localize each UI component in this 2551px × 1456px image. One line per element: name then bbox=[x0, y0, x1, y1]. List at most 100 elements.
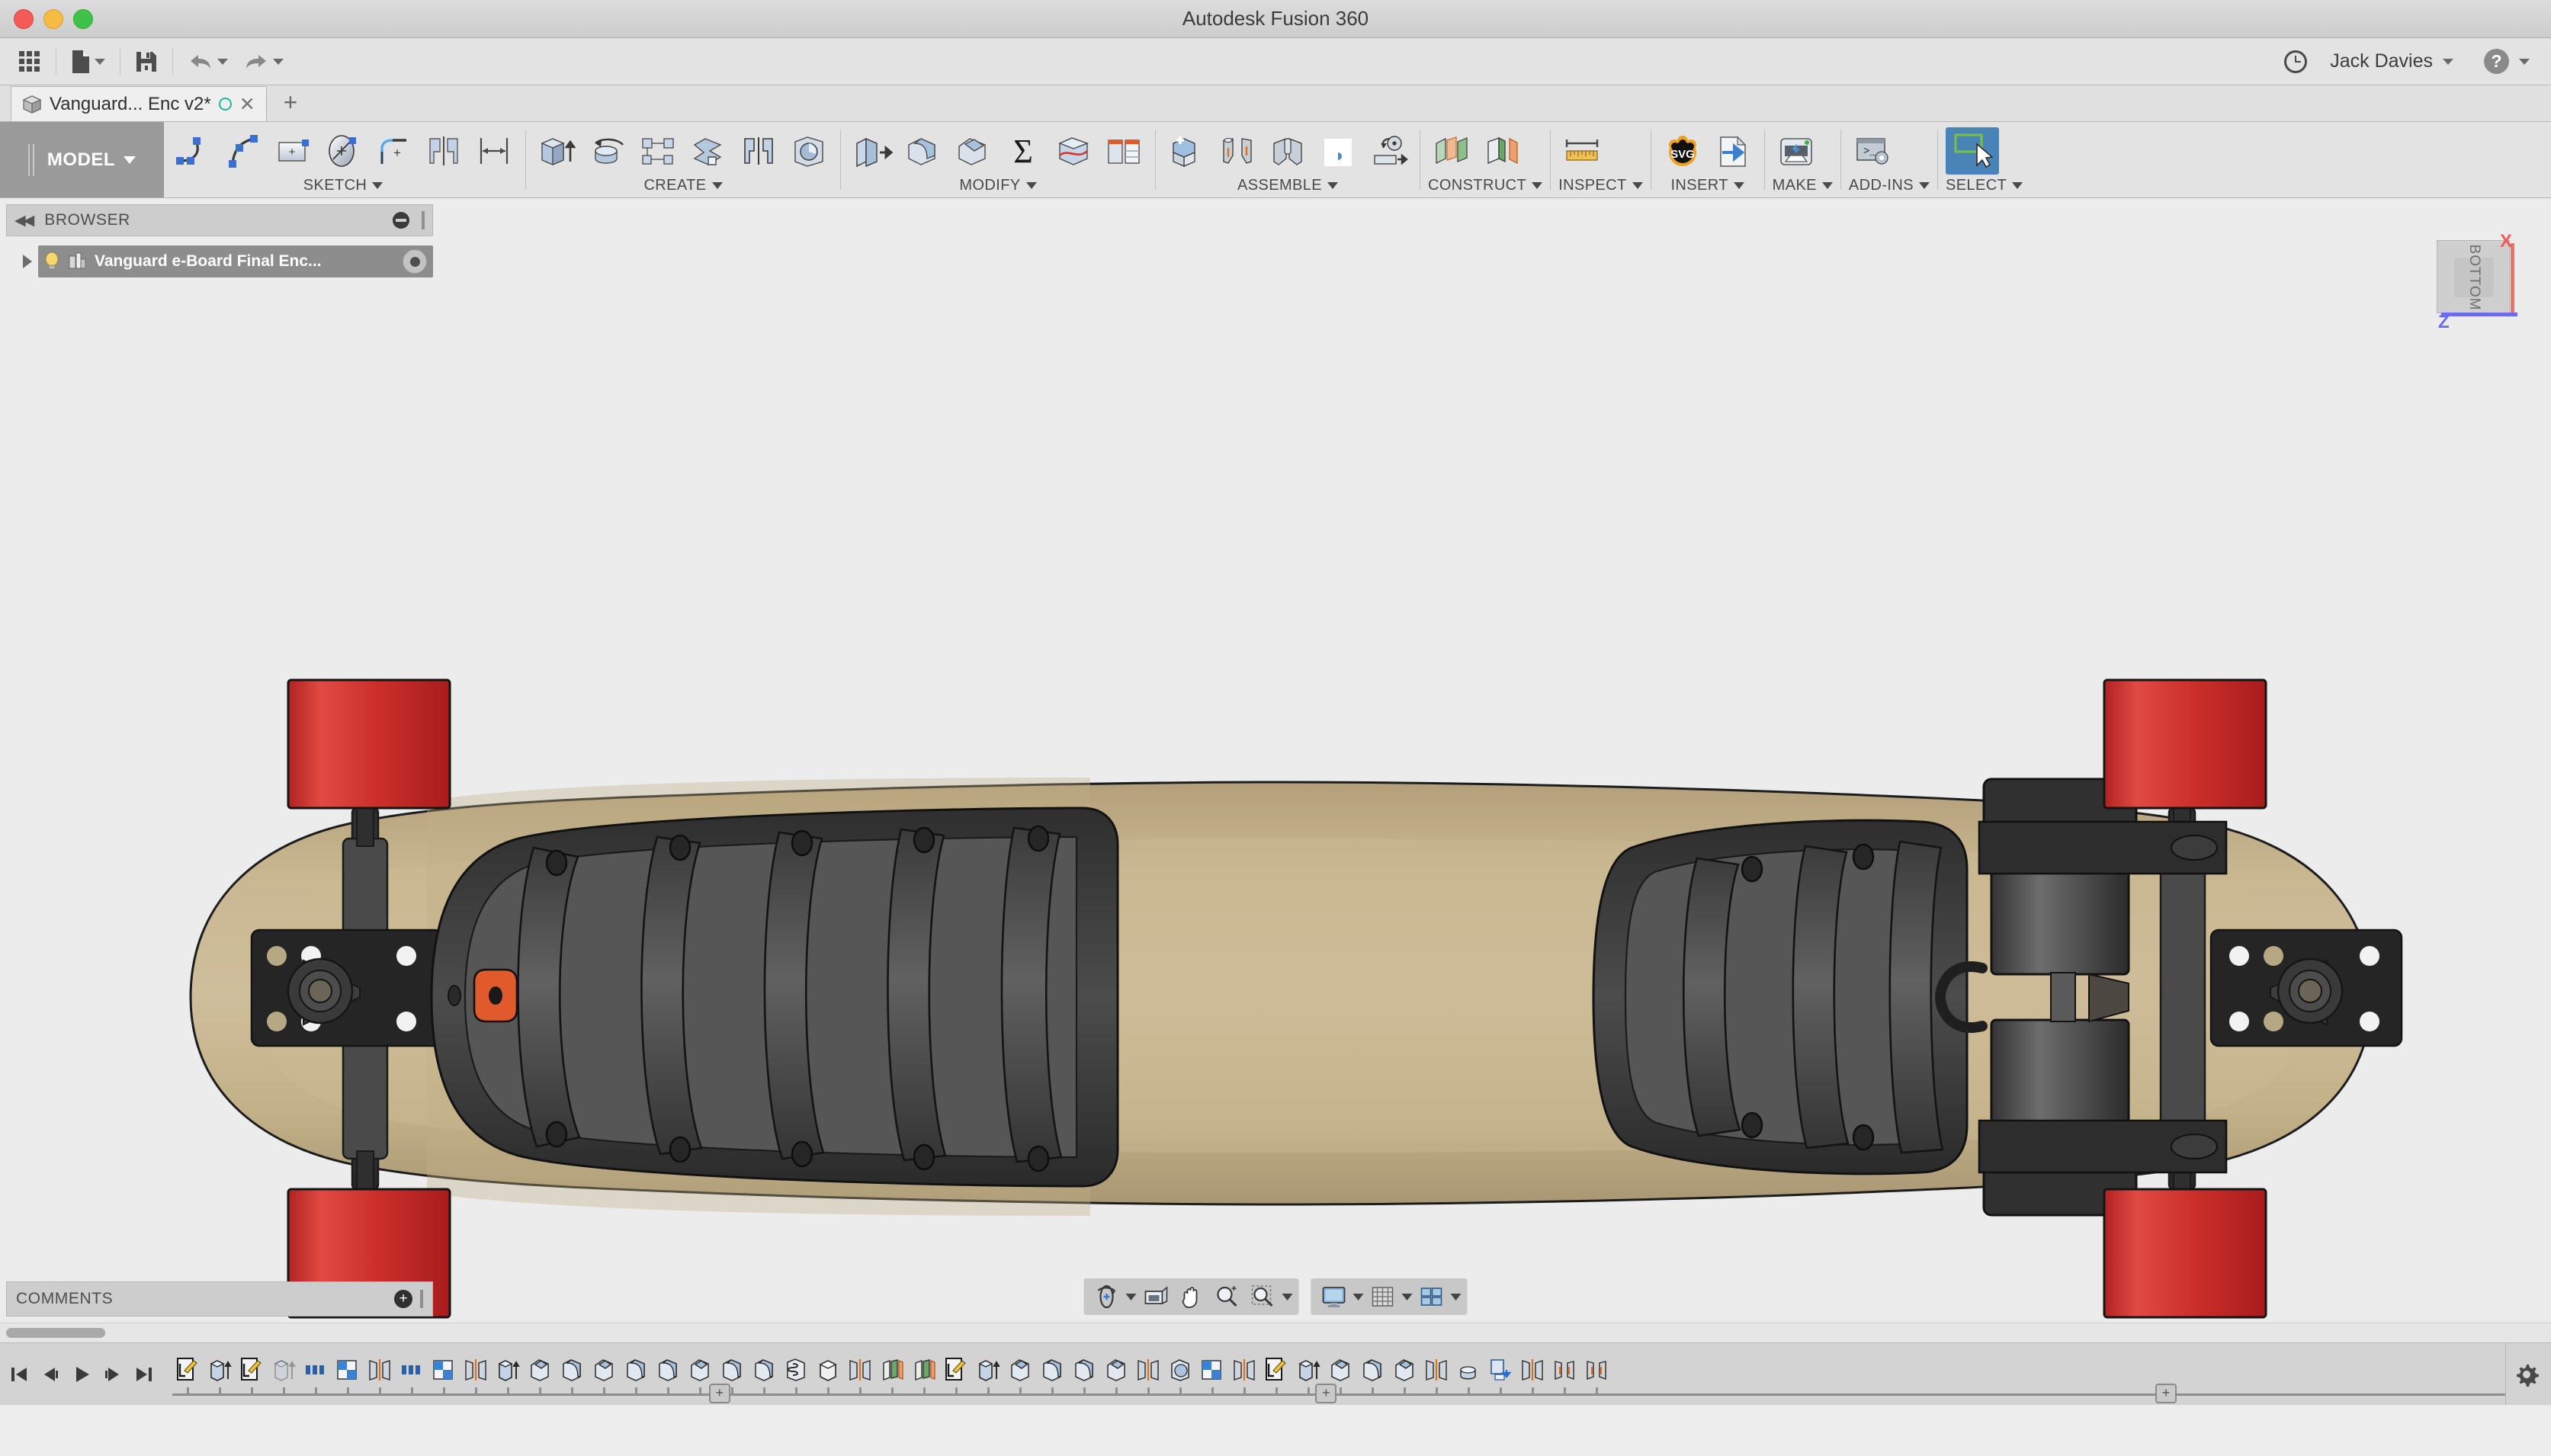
timeline-feature-revolve[interactable] bbox=[1453, 1353, 1484, 1387]
panel-label-select[interactable]: SELECT bbox=[1946, 176, 2023, 194]
battery-enclosure[interactable] bbox=[432, 808, 1118, 1186]
timeline-feature-pattern[interactable] bbox=[1197, 1353, 1227, 1387]
chevron-down-icon[interactable] bbox=[1451, 1294, 1462, 1300]
timeline-feature-joint[interactable] bbox=[1549, 1353, 1580, 1387]
collapse-left-icon[interactable]: ◀◀ bbox=[14, 212, 32, 229]
tool-chamfer[interactable] bbox=[949, 127, 996, 175]
tool-line[interactable] bbox=[168, 127, 216, 175]
tool-pattern[interactable] bbox=[634, 127, 682, 175]
save-button[interactable] bbox=[127, 47, 165, 76]
tool-spline[interactable] bbox=[219, 127, 266, 175]
tool-combine[interactable] bbox=[685, 127, 732, 175]
tool-joint-origin[interactable] bbox=[1314, 127, 1362, 175]
rear-motor-enclosure[interactable] bbox=[1593, 820, 1967, 1174]
zoom-window-button[interactable] bbox=[1247, 1281, 1280, 1312]
timeline-marker[interactable]: + bbox=[709, 1384, 730, 1403]
viewport-canvas[interactable]: ◀◀ BROWSER bbox=[0, 198, 2551, 1323]
panel-label-assemble[interactable]: ASSEMBLE bbox=[1163, 176, 1412, 194]
panel-label-addins[interactable]: ADD-INS bbox=[1849, 176, 1930, 194]
timeline-ruler[interactable]: + + + bbox=[172, 1387, 2505, 1400]
timeline-feature-chamfer[interactable] bbox=[525, 1353, 555, 1387]
model-electric-longboard[interactable] bbox=[0, 198, 2551, 1323]
zoom-button[interactable] bbox=[1211, 1281, 1244, 1312]
timeline-feature-pattern[interactable] bbox=[428, 1353, 459, 1387]
chevron-down-icon[interactable] bbox=[1353, 1294, 1364, 1300]
plus-circle-icon[interactable]: + bbox=[394, 1290, 412, 1308]
timeline-feature-extrude[interactable] bbox=[204, 1353, 235, 1387]
timeline-feature-fillet[interactable] bbox=[1069, 1353, 1099, 1387]
tool-select-window[interactable] bbox=[1946, 127, 1999, 175]
tool-sketch-dimension[interactable] bbox=[470, 127, 518, 175]
tool-scripts-addins[interactable]: >_ bbox=[1849, 127, 1896, 175]
play-button[interactable] bbox=[67, 1358, 96, 1391]
timeline-feature-plane[interactable] bbox=[877, 1353, 907, 1387]
timeline-feature-body[interactable] bbox=[813, 1353, 843, 1387]
timeline-feature-mirror[interactable] bbox=[1517, 1353, 1548, 1387]
panel-label-inspect[interactable]: INSPECT bbox=[1558, 176, 1642, 194]
wheel-rear-right[interactable] bbox=[2104, 1189, 2266, 1317]
tool-rectangle[interactable]: + bbox=[269, 127, 316, 175]
wheel-rear-left[interactable] bbox=[2104, 680, 2266, 808]
visibility-toggle-icon[interactable] bbox=[403, 249, 427, 274]
panel-label-create[interactable]: CREATE bbox=[534, 176, 833, 194]
timeline-feature-chamfer[interactable] bbox=[1325, 1353, 1356, 1387]
user-menu-button[interactable]: Jack Davies bbox=[2322, 47, 2461, 75]
timeline-feature-fillet[interactable] bbox=[557, 1353, 587, 1387]
timeline-feature-pattern[interactable] bbox=[332, 1353, 363, 1387]
step-back-button[interactable] bbox=[36, 1358, 65, 1391]
tool-insert-derive[interactable] bbox=[1709, 127, 1757, 175]
tool-plane-at-angle[interactable] bbox=[1478, 127, 1526, 175]
timeline-track[interactable]: + + + bbox=[172, 1343, 2505, 1405]
redo-button[interactable] bbox=[236, 49, 291, 75]
timeline-feature-mirror[interactable] bbox=[845, 1353, 875, 1387]
undo-button[interactable] bbox=[180, 49, 236, 75]
workspace-selector-model[interactable]: MODEL bbox=[0, 122, 164, 197]
timeline-feature-params[interactable] bbox=[300, 1353, 331, 1387]
horizontal-scrollbar[interactable] bbox=[0, 1323, 2551, 1342]
panel-label-modify[interactable]: MODIFY bbox=[849, 176, 1147, 194]
resize-grip-icon[interactable] bbox=[420, 1290, 423, 1308]
timeline-marker[interactable]: + bbox=[1315, 1384, 1336, 1403]
orbit-button[interactable] bbox=[1090, 1281, 1124, 1312]
timeline-feature-extrude[interactable] bbox=[493, 1353, 523, 1387]
timeline-feature-fillet[interactable] bbox=[1037, 1353, 1067, 1387]
chevron-down-icon[interactable] bbox=[1402, 1294, 1413, 1300]
timeline-feature-mirror[interactable] bbox=[1229, 1353, 1259, 1387]
timeline-feature-sketch[interactable] bbox=[172, 1353, 203, 1387]
timeline-feature-shell[interactable] bbox=[1165, 1353, 1195, 1387]
grid-snaps-button[interactable] bbox=[1366, 1281, 1400, 1312]
minimize-icon[interactable] bbox=[393, 212, 409, 229]
viewports-button[interactable] bbox=[1415, 1281, 1449, 1312]
panel-label-construct[interactable]: CONSTRUCT bbox=[1428, 176, 1542, 194]
scrollbar-thumb[interactable] bbox=[6, 1328, 105, 1338]
tool-insert-svg[interactable]: SVG bbox=[1659, 127, 1706, 175]
timeline-feature-sketch[interactable] bbox=[1261, 1353, 1292, 1387]
tool-sketch-fillet[interactable]: + bbox=[370, 127, 417, 175]
display-settings-button[interactable] bbox=[1317, 1281, 1351, 1312]
timeline-feature-mirror[interactable] bbox=[1133, 1353, 1163, 1387]
tool-split-body[interactable] bbox=[1050, 127, 1097, 175]
tool-shell[interactable] bbox=[785, 127, 833, 175]
look-at-button[interactable] bbox=[1139, 1281, 1173, 1312]
skip-to-end-button[interactable] bbox=[130, 1358, 159, 1391]
panel-label-make[interactable]: MAKE bbox=[1773, 176, 1833, 194]
timeline-feature-insert[interactable] bbox=[1485, 1353, 1516, 1387]
timeline-feature-extrude[interactable] bbox=[1293, 1353, 1324, 1387]
panel-label-insert[interactable]: INSERT bbox=[1659, 176, 1757, 194]
browser-item-body[interactable]: Vanguard e-Board Final Enc... bbox=[38, 245, 433, 277]
tool-physical-material[interactable] bbox=[1100, 127, 1147, 175]
step-forward-button[interactable] bbox=[98, 1358, 127, 1391]
pan-button[interactable] bbox=[1175, 1281, 1208, 1312]
timeline-feature-mirror[interactable] bbox=[1421, 1353, 1452, 1387]
new-file-button[interactable] bbox=[63, 47, 113, 77]
tool-press-pull[interactable] bbox=[849, 127, 896, 175]
tool-trim[interactable] bbox=[420, 127, 467, 175]
browser-root-row[interactable]: Vanguard e-Board Final Enc... bbox=[6, 245, 433, 277]
clock-icon[interactable] bbox=[2284, 50, 2307, 73]
timeline-feature-mirror[interactable] bbox=[460, 1353, 491, 1387]
chevron-down-icon[interactable] bbox=[1126, 1294, 1137, 1300]
timeline-feature-fillet[interactable] bbox=[717, 1353, 747, 1387]
timeline-feature-chamfer[interactable] bbox=[1101, 1353, 1131, 1387]
panel-label-sketch[interactable]: SKETCH bbox=[168, 176, 518, 194]
timeline-feature-fillet[interactable] bbox=[749, 1353, 779, 1387]
